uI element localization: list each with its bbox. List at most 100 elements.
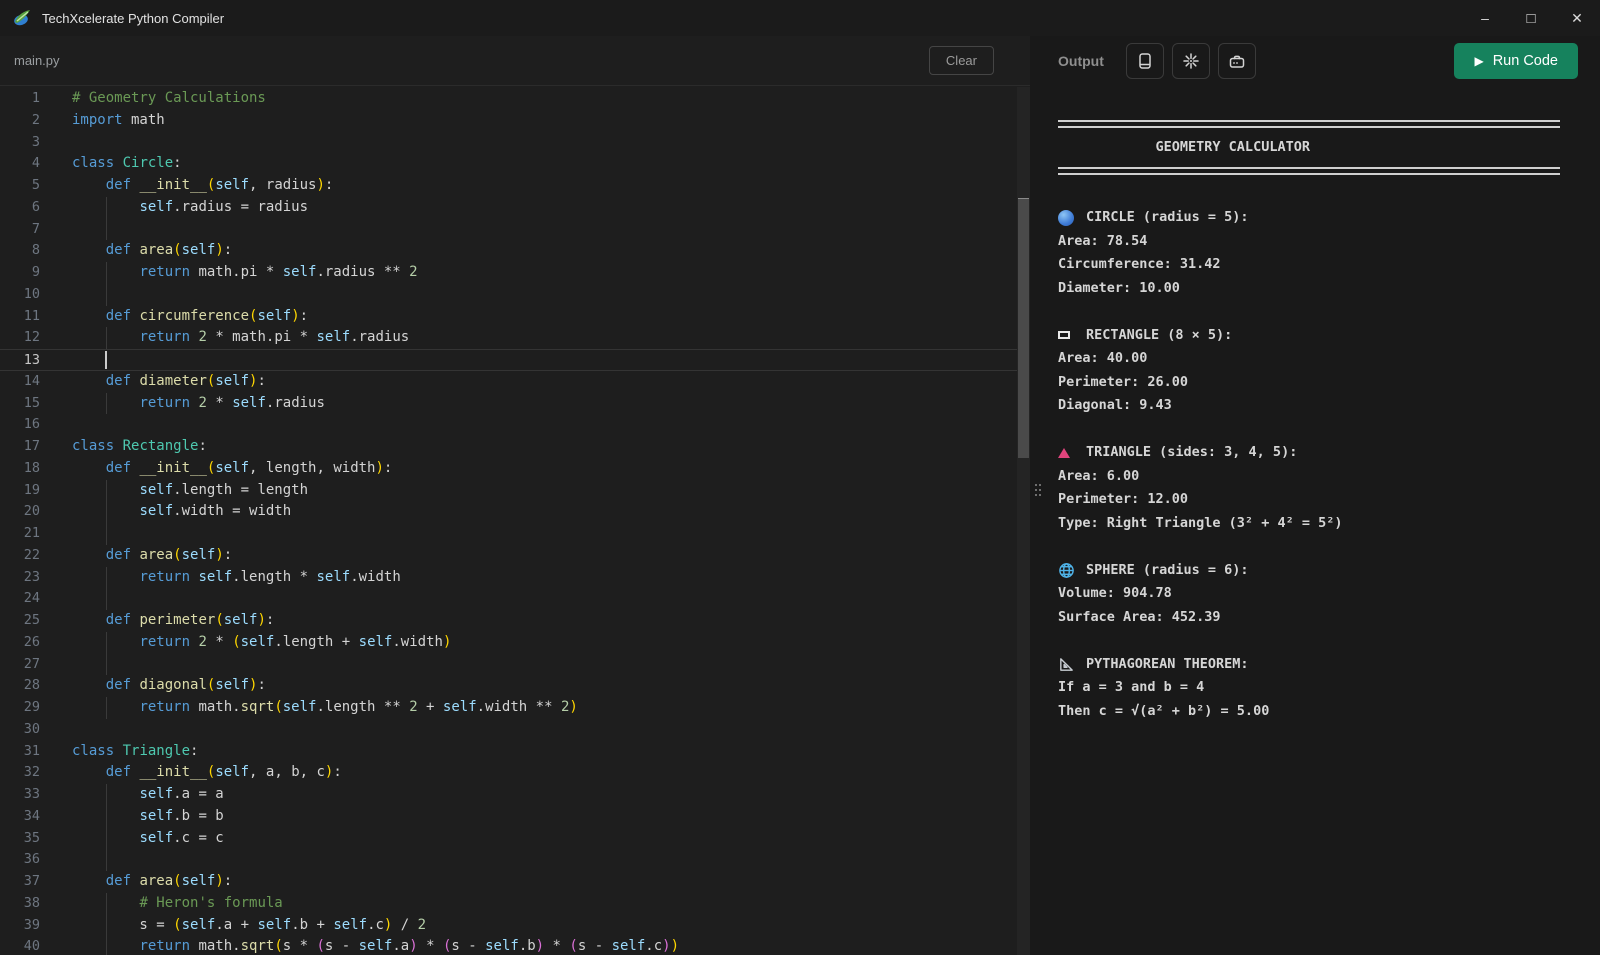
line-number: 23: [0, 567, 40, 589]
code-line[interactable]: 29 return math.sqrt(self.length ** 2 + s…: [0, 697, 1030, 719]
line-number: 28: [0, 675, 40, 697]
code-line[interactable]: 4class Circle:: [0, 153, 1030, 175]
output-line: Circumference: 31.42: [1058, 253, 1600, 277]
output-line: Area: 78.54: [1058, 230, 1600, 254]
output-header: Output: [1046, 36, 1600, 86]
output-line: Area: 40.00: [1058, 347, 1600, 371]
filename-label: main.py: [14, 53, 60, 68]
triangle-icon: [1058, 448, 1078, 458]
code-line[interactable]: 26 return 2 * (self.length + self.width): [0, 632, 1030, 654]
code-line[interactable]: 2import math: [0, 110, 1030, 132]
output-line: PYTHAGOREAN THEOREM:: [1058, 653, 1600, 677]
line-number: 16: [0, 414, 40, 436]
rectangle-icon: [1058, 331, 1078, 339]
line-number: 4: [0, 153, 40, 175]
code-line[interactable]: 15 return 2 * self.radius: [0, 393, 1030, 415]
book-icon: [1136, 52, 1154, 70]
code-line[interactable]: 20 self.width = width: [0, 501, 1030, 523]
editor-scrollbar: [1017, 87, 1030, 955]
code-line[interactable]: 32 def __init__(self, a, b, c):: [0, 762, 1030, 784]
code-line[interactable]: 18 def __init__(self, length, width):: [0, 458, 1030, 480]
code-line[interactable]: 35 self.c = c: [0, 828, 1030, 850]
line-number: 18: [0, 458, 40, 480]
line-number: 22: [0, 545, 40, 567]
circle-icon: [1058, 210, 1078, 226]
briefcase-button[interactable]: [1218, 43, 1256, 79]
code-line[interactable]: 21: [0, 523, 1030, 545]
code-line[interactable]: 10: [0, 284, 1030, 306]
line-number: 10: [0, 284, 40, 306]
panel-resize-divider[interactable]: [1030, 36, 1046, 955]
output-console: GEOMETRY CALCULATORCIRCLE (radius = 5):A…: [1046, 86, 1600, 955]
code-line[interactable]: 33 self.a = a: [0, 784, 1030, 806]
line-number: 36: [0, 849, 40, 871]
editor-pane: main.py Clear 1# Geometry Calculations2i…: [0, 36, 1030, 955]
code-line[interactable]: 12 return 2 * math.pi * self.radius: [0, 327, 1030, 349]
code-line[interactable]: 19 self.length = length: [0, 480, 1030, 502]
code-line[interactable]: 17class Rectangle:: [0, 436, 1030, 458]
sparkle-icon: [1182, 52, 1200, 70]
play-icon: ▶: [1474, 54, 1483, 68]
output-label: Output: [1058, 53, 1104, 69]
code-line[interactable]: 8 def area(self):: [0, 240, 1030, 262]
output-line: Perimeter: 26.00: [1058, 371, 1600, 395]
code-line[interactable]: 39 s = (self.a + self.b + self.c) / 2: [0, 915, 1030, 937]
line-number: 7: [0, 219, 40, 241]
code-lines: 1# Geometry Calculations2import math34cl…: [0, 88, 1030, 955]
code-line[interactable]: 7: [0, 219, 1030, 241]
minimize-button[interactable]: –: [1462, 0, 1508, 36]
close-button[interactable]: ✕: [1554, 0, 1600, 36]
editor-header: main.py Clear: [0, 36, 1030, 86]
code-line[interactable]: 14 def diameter(self):: [0, 371, 1030, 393]
line-number: 13: [0, 350, 40, 370]
code-line[interactable]: 5 def __init__(self, radius):: [0, 175, 1030, 197]
code-line[interactable]: 24: [0, 588, 1030, 610]
maximize-button[interactable]: □: [1508, 0, 1554, 36]
output-line: [1058, 300, 1600, 324]
app-logo-icon: [12, 8, 32, 28]
ruler-icon: [1058, 656, 1078, 673]
line-number: 25: [0, 610, 40, 632]
title-bar: TechXcelerate Python Compiler – □ ✕: [0, 0, 1600, 36]
code-line[interactable]: 30: [0, 719, 1030, 741]
output-lines: GEOMETRY CALCULATORCIRCLE (radius = 5):A…: [1058, 112, 1600, 723]
code-line[interactable]: 16: [0, 414, 1030, 436]
line-number: 39: [0, 915, 40, 937]
line-number: 5: [0, 175, 40, 197]
output-line: Type: Right Triangle (3² + 4² = 5²): [1058, 512, 1600, 536]
code-line[interactable]: 36: [0, 849, 1030, 871]
code-line[interactable]: 25 def perimeter(self):: [0, 610, 1030, 632]
code-line[interactable]: 3: [0, 132, 1030, 154]
run-code-button[interactable]: ▶ Run Code: [1454, 43, 1578, 79]
grip-icon: [1034, 484, 1042, 496]
code-line[interactable]: 13: [0, 349, 1030, 371]
code-editor[interactable]: 1# Geometry Calculations2import math34cl…: [0, 86, 1030, 955]
clear-button[interactable]: Clear: [929, 46, 994, 75]
code-line[interactable]: 38 # Heron's formula: [0, 893, 1030, 915]
output-line: Then c = √(a² + b²) = 5.00: [1058, 700, 1600, 724]
output-line: If a = 3 and b = 4: [1058, 676, 1600, 700]
output-line: RECTANGLE (8 × 5):: [1058, 324, 1600, 348]
line-number: 35: [0, 828, 40, 850]
code-line[interactable]: 9 return math.pi * self.radius ** 2: [0, 262, 1030, 284]
editor-scrollbar-thumb[interactable]: [1018, 198, 1029, 458]
line-number: 38: [0, 893, 40, 915]
line-number: 24: [0, 588, 40, 610]
code-line[interactable]: 6 self.radius = radius: [0, 197, 1030, 219]
code-line[interactable]: 37 def area(self):: [0, 871, 1030, 893]
code-line[interactable]: 40 return math.sqrt(s * (s - self.a) * (…: [0, 936, 1030, 955]
output-line: CIRCLE (radius = 5):: [1058, 206, 1600, 230]
output-pane: Output: [1046, 36, 1600, 955]
code-line[interactable]: 22 def area(self):: [0, 545, 1030, 567]
sparkle-button[interactable]: [1172, 43, 1210, 79]
code-line[interactable]: 31class Triangle:: [0, 741, 1030, 763]
code-line[interactable]: 11 def circumference(self):: [0, 306, 1030, 328]
line-number: 17: [0, 436, 40, 458]
window-title: TechXcelerate Python Compiler: [42, 11, 224, 26]
code-line[interactable]: 34 self.b = b: [0, 806, 1030, 828]
code-line[interactable]: 23 return self.length * self.width: [0, 567, 1030, 589]
code-line[interactable]: 1# Geometry Calculations: [0, 88, 1030, 110]
book-button[interactable]: [1126, 43, 1164, 79]
code-line[interactable]: 28 def diagonal(self):: [0, 675, 1030, 697]
code-line[interactable]: 27: [0, 654, 1030, 676]
